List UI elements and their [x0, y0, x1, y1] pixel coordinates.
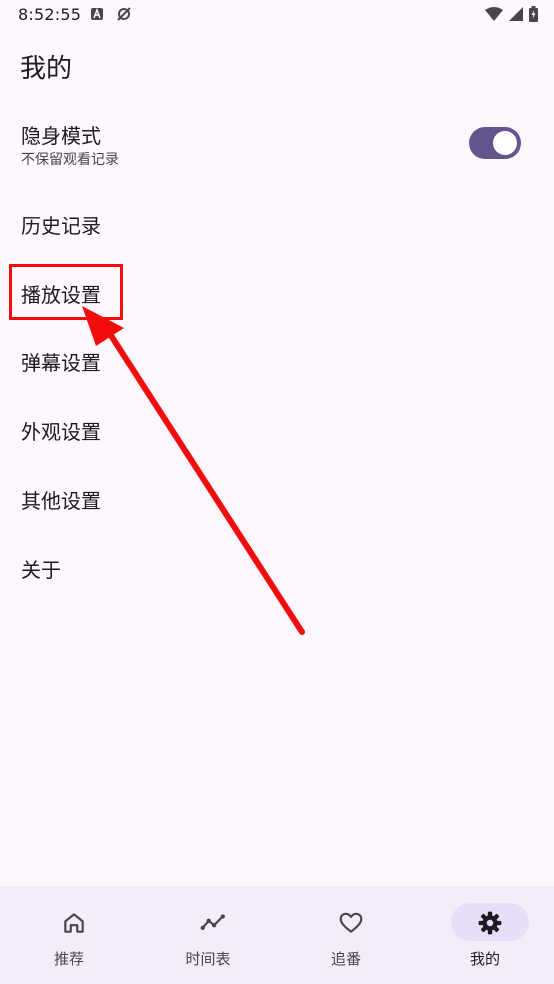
- gear-icon: [478, 911, 502, 935]
- incognito-mode-sublabel: 不保留观看记录: [21, 152, 119, 168]
- settings-item-history[interactable]: 历史记录: [0, 195, 554, 251]
- settings-item-appearance[interactable]: 外观设置: [0, 401, 554, 457]
- incognito-toggle[interactable]: [469, 127, 521, 159]
- status-bar: 8:52:55: [0, 0, 554, 30]
- settings-item-danmaku[interactable]: 弹幕设置: [0, 332, 554, 388]
- home-icon: [64, 913, 84, 933]
- settings-item-other[interactable]: 其他设置: [0, 470, 554, 526]
- nav-item-following[interactable]: 追番: [277, 886, 415, 984]
- status-time: 8:52:55: [18, 5, 82, 24]
- page-title: 我的: [20, 54, 73, 84]
- settings-item-about[interactable]: 关于: [0, 539, 554, 595]
- bottom-navigation: 推荐 时间表 追番 我的: [0, 886, 554, 984]
- notification-a-icon: [91, 7, 103, 20]
- settings-item-label: 关于: [21, 558, 61, 582]
- incognito-mode-label: 隐身模式: [21, 124, 101, 148]
- highlight-box: [9, 264, 123, 320]
- nav-label: 追番: [330, 950, 361, 968]
- nav-item-mine[interactable]: 我的: [416, 886, 554, 984]
- settings-item-label: 弹幕设置: [21, 351, 101, 375]
- system-icons: [485, 6, 538, 22]
- wifi-icon: [485, 7, 503, 21]
- battery-icon: [529, 6, 538, 22]
- nav-label: 我的: [469, 950, 500, 968]
- nav-item-recommend[interactable]: 推荐: [0, 886, 138, 984]
- nav-label: 推荐: [53, 950, 84, 968]
- no-sync-icon: [117, 7, 131, 21]
- signal-icon: [509, 7, 523, 21]
- nav-label: 时间表: [185, 950, 231, 968]
- settings-item-label: 外观设置: [21, 420, 101, 444]
- timeline-icon: [200, 914, 225, 931]
- settings-item-label: 历史记录: [21, 214, 101, 238]
- settings-item-label: 其他设置: [21, 489, 101, 513]
- nav-item-schedule[interactable]: 时间表: [139, 886, 277, 984]
- heart-icon: [339, 912, 363, 933]
- toggle-thumb: [493, 131, 517, 155]
